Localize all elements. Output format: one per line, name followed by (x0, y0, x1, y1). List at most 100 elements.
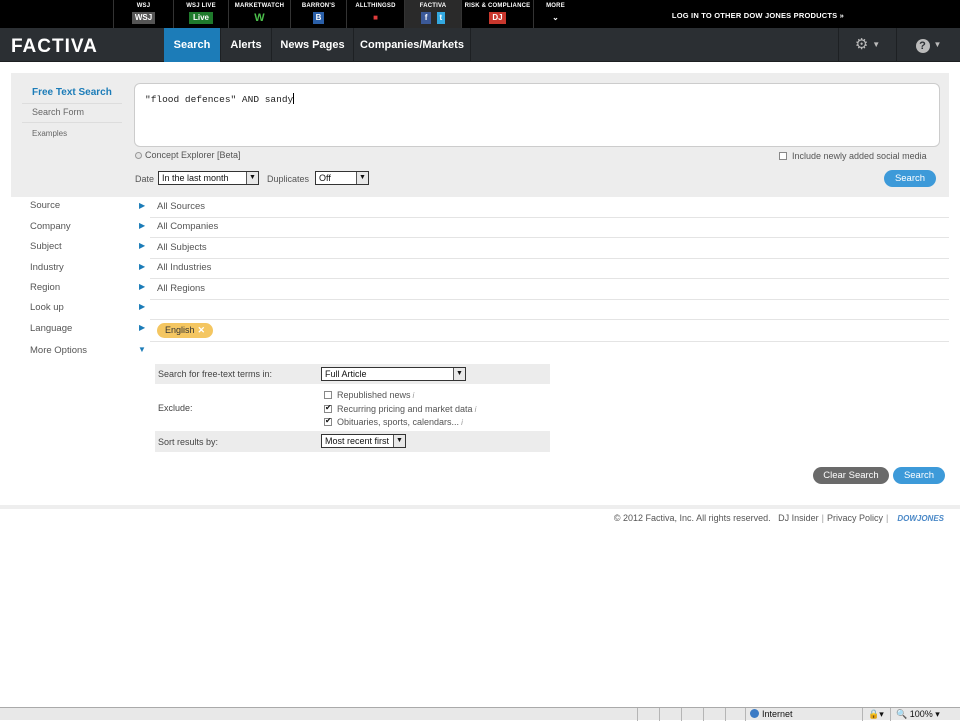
wsj-logo-icon: WSJ (131, 12, 156, 24)
tab-search[interactable]: Search (164, 28, 221, 62)
dj-insider-link[interactable]: DJ Insider (778, 513, 819, 523)
main-navigation: FACTIVA Search Alerts News Pages Compani… (0, 28, 960, 62)
product-more[interactable]: MORE ⌄ (533, 0, 577, 28)
recurring-pricing-checkbox[interactable] (324, 403, 332, 413)
sort-results-select[interactable]: Most recent first ▼ (321, 434, 406, 448)
protected-mode-icon[interactable]: 🔒▾ (868, 709, 884, 720)
expand-language-icon[interactable]: ▶ (139, 323, 145, 332)
search-mode-links: Free Text Search Search Form Examples (22, 85, 122, 145)
footer-separator: | (821, 513, 824, 523)
row-divider (150, 319, 949, 320)
status-segment (637, 708, 638, 721)
concept-explorer-icon (135, 152, 142, 159)
filter-value-source[interactable]: All Sources (157, 201, 205, 212)
exclude-label: Exclude: (158, 403, 193, 413)
free-text-terms-select[interactable]: Full Article ▼ (321, 367, 466, 381)
product-label: ALLTHINGSD (355, 3, 396, 9)
exclude-recurring-pricing[interactable]: Recurring pricing and market datai (324, 403, 477, 414)
info-icon[interactable]: i (461, 418, 463, 427)
copyright-text: © 2012 Factiva, Inc. All rights reserved… (613, 513, 771, 523)
filter-value-region[interactable]: All Regions (157, 283, 205, 294)
obituaries-checkbox[interactable] (324, 416, 332, 426)
zoom-control[interactable]: 🔍 100% ▾ (896, 709, 940, 720)
settings-menu-button[interactable]: ⚙ ▼ (838, 28, 896, 62)
filter-label-company[interactable]: Company (30, 221, 71, 232)
filter-label-industry[interactable]: Industry (30, 262, 64, 273)
collapse-more-options-icon[interactable]: ▼ (138, 345, 146, 354)
filter-label-source[interactable]: Source (30, 200, 60, 211)
product-allthingsd[interactable]: ALLTHINGSD ■ (346, 0, 404, 28)
free-text-search-link[interactable]: Free Text Search (22, 85, 122, 104)
filter-value-industry[interactable]: All Industries (157, 262, 211, 273)
product-wsj[interactable]: WSJ WSJ (113, 0, 173, 28)
expand-source-icon[interactable]: ▶ (139, 201, 145, 210)
dropdown-arrow-icon: ▼ (246, 172, 258, 184)
product-marketwatch[interactable]: MARKETWATCH W (228, 0, 290, 28)
expand-company-icon[interactable]: ▶ (139, 221, 145, 230)
expand-region-icon[interactable]: ▶ (139, 282, 145, 291)
expand-industry-icon[interactable]: ▶ (139, 262, 145, 271)
filter-label-more-options[interactable]: More Options (30, 345, 87, 356)
tab-news-pages[interactable]: News Pages (272, 28, 354, 62)
help-menu-button[interactable]: ? ▼ (896, 28, 960, 62)
social-media-option[interactable]: Include newly added social media (779, 151, 927, 161)
info-icon[interactable]: i (413, 391, 415, 400)
factiva-logo[interactable]: FACTIVA (11, 36, 98, 58)
social-media-checkbox[interactable] (779, 152, 787, 160)
text-cursor (293, 93, 295, 104)
dowjones-logo[interactable]: DOWJONES (897, 514, 944, 523)
dropdown-arrow-icon: ▼ (453, 368, 465, 380)
clear-search-button[interactable]: Clear Search (813, 467, 889, 484)
concept-explorer-toggle[interactable]: Concept Explorer [Beta] (135, 150, 241, 160)
product-risk-compliance[interactable]: RISK & COMPLIANCE DJ (461, 0, 533, 28)
row-divider (150, 278, 949, 279)
filter-value-company[interactable]: All Companies (157, 221, 218, 232)
tab-companies-markets[interactable]: Companies/Markets (354, 28, 471, 62)
row-divider (150, 258, 949, 259)
security-zone-label: Internet (762, 709, 793, 719)
login-other-products-link[interactable]: LOG IN TO OTHER DOW JONES PRODUCTS » (672, 11, 844, 20)
facebook-icon[interactable]: f (420, 12, 432, 24)
language-tag-english[interactable]: English ✕ (157, 323, 214, 338)
filter-label-region[interactable]: Region (30, 282, 60, 293)
product-label: MORE (546, 3, 565, 9)
filter-label-subject[interactable]: Subject (30, 241, 62, 252)
republished-news-checkbox[interactable] (324, 391, 332, 399)
exclude-republished-news[interactable]: Republished news i (324, 390, 414, 400)
privacy-policy-link[interactable]: Privacy Policy (827, 513, 883, 523)
obituaries-label: Obituaries, sports, calendars... (337, 417, 460, 427)
exclude-obituaries[interactable]: Obituaries, sports, calendars...i (324, 416, 463, 427)
product-wsj-live[interactable]: WSJ LIVE Live (173, 0, 228, 28)
expand-subject-icon[interactable]: ▶ (139, 241, 145, 250)
filter-value-subject[interactable]: All Subjects (157, 242, 207, 253)
republished-news-label: Republished news (337, 390, 411, 400)
date-select[interactable]: In the last month ▼ (158, 171, 259, 185)
duplicates-select[interactable]: Off ▼ (315, 171, 369, 185)
dropdown-arrow-icon: ▼ (356, 172, 368, 184)
expand-look-up-icon[interactable]: ▶ (139, 302, 145, 311)
product-barrons[interactable]: BARRON'S B (290, 0, 346, 28)
filter-label-look-up[interactable]: Look up (30, 302, 64, 313)
bottom-search-button[interactable]: Search (893, 467, 945, 484)
twitter-icon[interactable]: t (436, 12, 446, 24)
remove-tag-icon[interactable]: ✕ (198, 325, 206, 335)
search-form-link[interactable]: Search Form (22, 104, 122, 123)
zoom-level: 100% (909, 709, 933, 719)
globe-icon (750, 709, 759, 718)
product-label: WSJ (136, 3, 151, 9)
search-button[interactable]: Search (884, 170, 936, 187)
wsj-live-logo-icon: Live (188, 12, 213, 24)
product-factiva[interactable]: FACTIVA f t (404, 0, 461, 28)
query-textarea[interactable]: "flood defences" AND sandy (134, 83, 940, 147)
status-segment (681, 708, 682, 721)
tab-alerts[interactable]: Alerts (221, 28, 272, 62)
dj-bar-left-space (0, 0, 113, 28)
info-icon[interactable]: i (475, 405, 477, 414)
examples-link[interactable]: Examples (22, 126, 122, 145)
filter-label-language[interactable]: Language (30, 323, 72, 334)
dow-jones-product-bar: WSJ WSJ WSJ LIVE Live MARKETWATCH W BARR… (0, 0, 960, 28)
chevron-down-icon: ⌄ (552, 13, 559, 22)
status-segment (890, 708, 891, 721)
free-text-terms-label: Search for free-text terms in: (158, 369, 273, 379)
product-label: BARRON'S (301, 3, 336, 9)
